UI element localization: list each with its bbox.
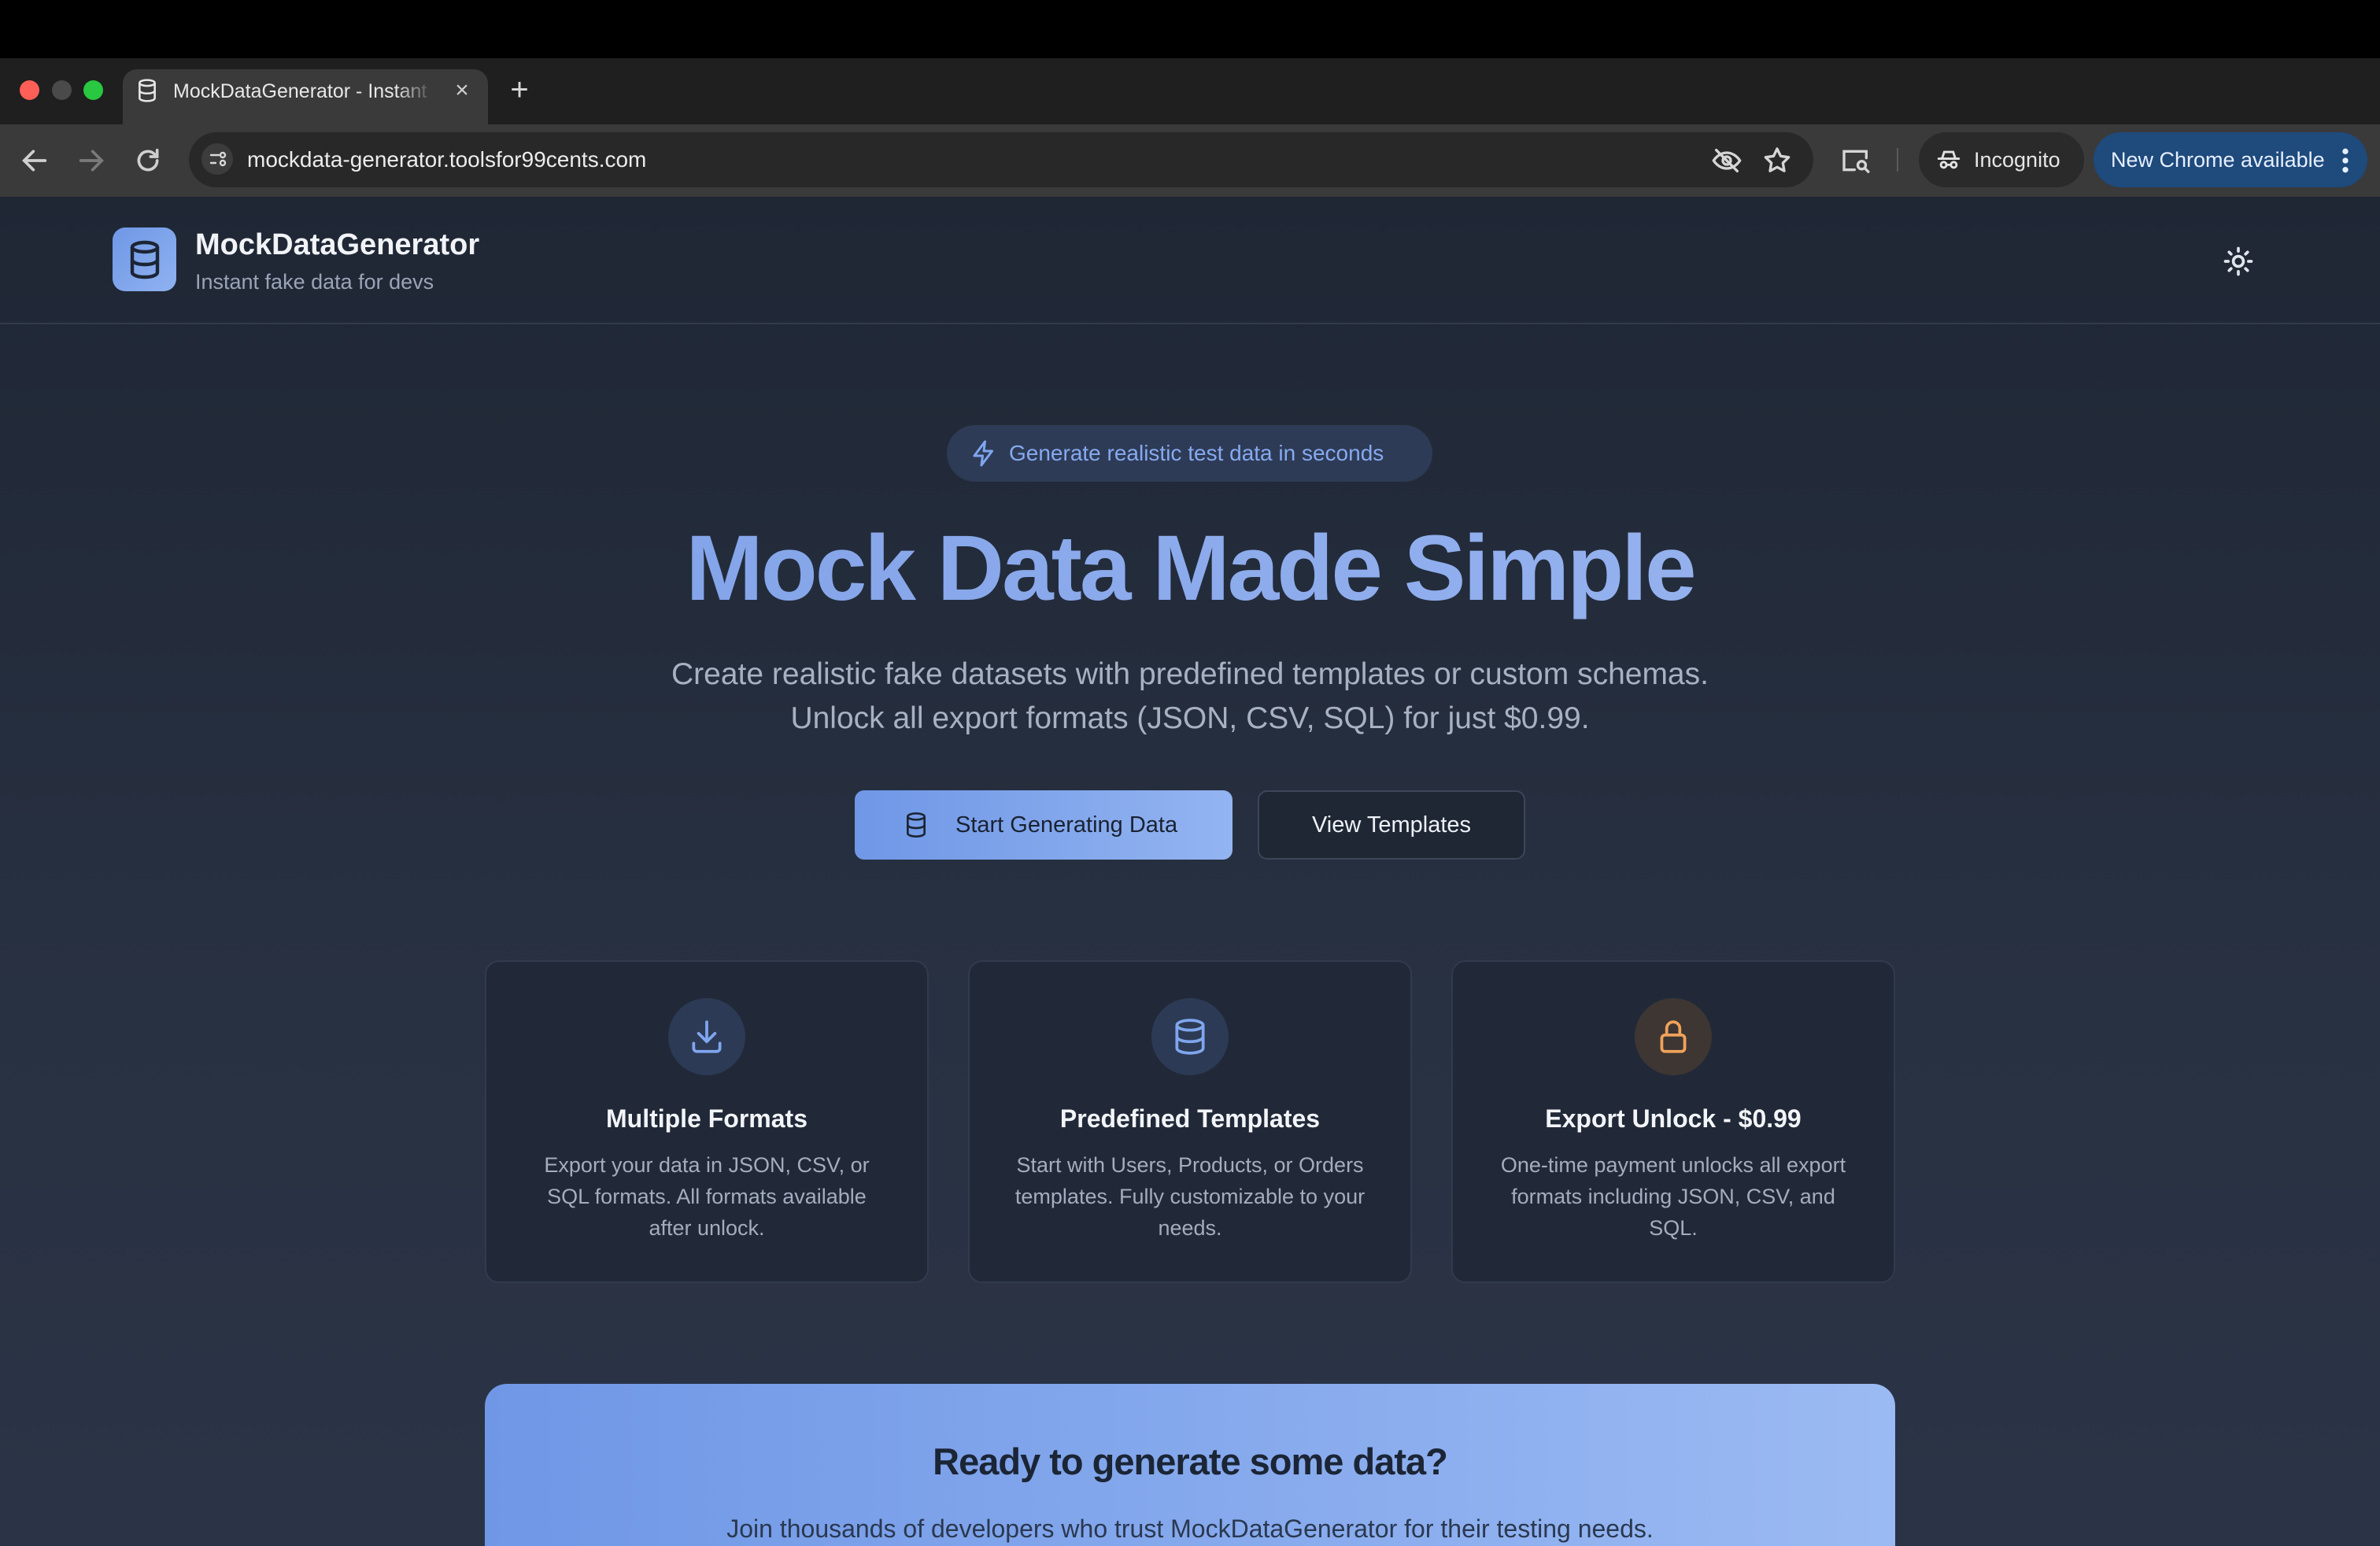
url-text[interactable]: mockdata-generator.toolsfor99cents.com bbox=[247, 145, 646, 175]
database-button-icon bbox=[904, 811, 929, 839]
lock-icon bbox=[1654, 1017, 1693, 1056]
brand-tagline: Instant fake data for devs bbox=[195, 270, 434, 294]
site-info-icon[interactable] bbox=[201, 143, 233, 175]
cta-title: Ready to generate some data? bbox=[933, 1441, 1448, 1482]
tab-search-icon[interactable] bbox=[1840, 145, 1872, 176]
sun-theme-toggle-icon[interactable] bbox=[2221, 244, 2256, 279]
reload-icon[interactable] bbox=[132, 145, 164, 176]
lightning-icon bbox=[970, 438, 998, 469]
back-arrow-icon[interactable] bbox=[19, 145, 50, 176]
eye-off-icon[interactable] bbox=[1711, 145, 1743, 176]
system-menu-bar bbox=[0, 0, 2380, 58]
feature-title: Export Unlock - $0.99 bbox=[1545, 1104, 1802, 1133]
database-logo-icon bbox=[126, 239, 164, 280]
tab-title: MockDataGenerator - Instant fake data fo… bbox=[173, 80, 434, 102]
toolbar-divider bbox=[1897, 148, 1898, 172]
database-icon bbox=[1170, 1017, 1210, 1056]
feature-description: Export your data in JSON, CSV, or SQL fo… bbox=[544, 1153, 870, 1240]
start-generating-label: Start Generating Data bbox=[955, 812, 1178, 838]
brand-name[interactable]: MockDataGenerator bbox=[195, 227, 479, 263]
close-window-button[interactable] bbox=[20, 80, 39, 100]
hero-subtitle-line2: Unlock all export formats (JSON, CSV, SQ… bbox=[790, 701, 1590, 735]
feature-title: Predefined Templates bbox=[1059, 1104, 1321, 1133]
maximize-window-button[interactable] bbox=[83, 80, 103, 100]
cta-subtitle: Join thousands of developers who trust M… bbox=[726, 1515, 1654, 1543]
download-icon bbox=[687, 1017, 726, 1056]
hero-subtitle-line1: Create realistic fake datasets with pred… bbox=[671, 657, 1709, 691]
database-favicon-icon bbox=[137, 79, 157, 102]
forward-arrow-icon[interactable] bbox=[76, 145, 107, 176]
hero-title: Mock Data Made Simple bbox=[0, 512, 2380, 625]
more-menu-icon[interactable] bbox=[2336, 145, 2355, 176]
minimize-window-button[interactable] bbox=[52, 80, 72, 100]
hero-badge-text: Generate realistic test data in seconds bbox=[1009, 441, 1384, 465]
feature-description: One-time payment unlocks all export form… bbox=[1500, 1153, 1846, 1240]
page-background bbox=[0, 197, 2380, 1546]
incognito-label: Incognito bbox=[1974, 148, 2060, 172]
incognito-icon bbox=[1935, 146, 1963, 173]
chrome-update-label: New Chrome available bbox=[2111, 148, 2325, 172]
feature-description: Start with Users, Products, or Orders te… bbox=[1014, 1153, 1366, 1240]
view-templates-label: View Templates bbox=[1311, 812, 1472, 838]
feature-title: Multiple Formats bbox=[605, 1104, 808, 1133]
bookmark-star-icon[interactable] bbox=[1761, 145, 1793, 176]
new-tab-icon[interactable]: + bbox=[505, 72, 534, 107]
header-divider bbox=[0, 323, 2380, 324]
close-tab-icon[interactable]: × bbox=[452, 79, 472, 102]
